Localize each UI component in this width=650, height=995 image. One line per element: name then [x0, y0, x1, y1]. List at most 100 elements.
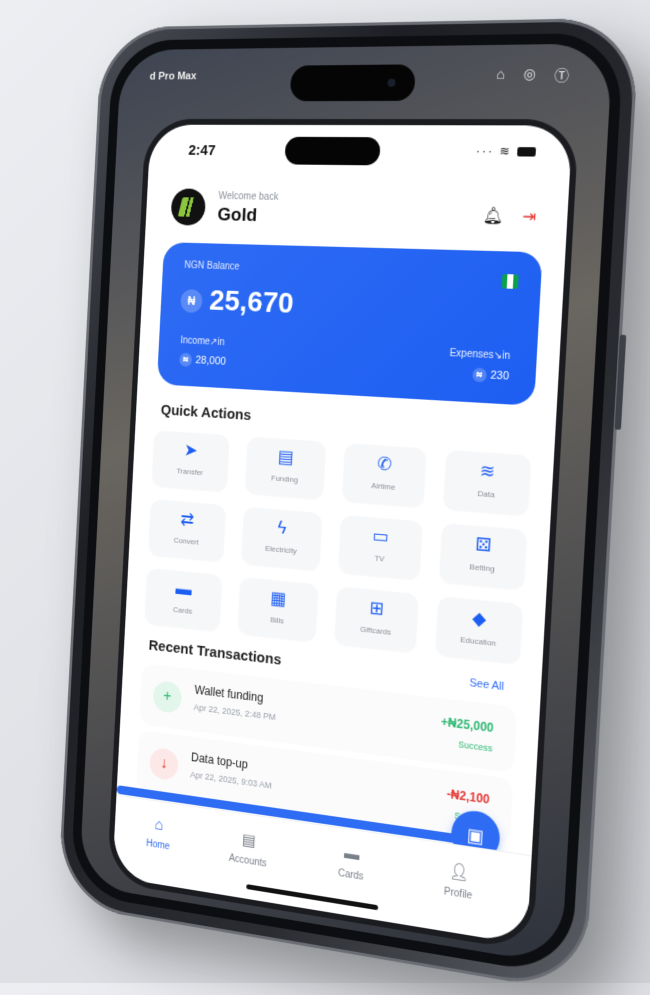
background-title: d Pro Max	[149, 70, 197, 83]
camera-icon[interactable]: ◎	[523, 65, 536, 86]
nav-home[interactable]: ⌂ Home	[123, 812, 195, 856]
card-icon: ▬	[343, 844, 360, 865]
photo-stage: d Pro Max ⌂ ◎ Ⓣ 2:47 ··· ≋ Welcome back …	[0, 0, 650, 995]
user-name: Gold	[216, 204, 258, 227]
arrow-down-icon: ↓	[148, 746, 179, 782]
accounts-icon: ▤	[241, 831, 257, 851]
quick-action-label: TV	[374, 553, 385, 564]
dynamic-island-inner	[284, 136, 381, 166]
app-screen: 2:47 ··· ≋ Welcome back Gold 🔔︎ ⇥ NGN Ba…	[112, 124, 573, 945]
quick-action-tv[interactable]: ▭ TV	[338, 514, 423, 580]
expenses-amount: 230	[489, 369, 510, 383]
send-icon: ➤	[183, 439, 199, 461]
transaction-name: Wallet funding	[194, 682, 264, 705]
nav-cards[interactable]: ▬ Cards	[312, 840, 390, 886]
wallet-icon: ▤	[277, 446, 295, 468]
card-icon: ▬	[175, 578, 193, 600]
dice-icon: ⚄	[474, 533, 492, 556]
balance-amount: ₦ 25,670	[180, 283, 295, 321]
status-time: 2:47	[188, 142, 216, 159]
app-header: Welcome back Gold 🔔︎ ⇥	[170, 185, 544, 240]
wifi-icon: ≋	[479, 460, 496, 482]
transaction-amount: -₦2,100	[446, 786, 491, 807]
quick-action-bills[interactable]: ▦ Bills	[237, 576, 319, 642]
see-all-link[interactable]: See All	[469, 677, 504, 693]
quick-action-label: Betting	[469, 562, 495, 574]
quick-action-betting[interactable]: ⚄ Betting	[439, 522, 528, 590]
welcome-text: Welcome back	[218, 191, 279, 203]
quick-action-airtime[interactable]: ✆ Airtime	[342, 443, 427, 508]
phone-frame: d Pro Max ⌂ ◎ Ⓣ 2:47 ··· ≋ Welcome back …	[57, 17, 640, 995]
bell-icon[interactable]: 🔔︎	[482, 206, 504, 227]
plus-icon: +	[152, 679, 183, 715]
quick-action-label: Data	[477, 488, 495, 500]
home-indicator[interactable]	[246, 884, 379, 911]
quick-action-electricity[interactable]: ϟ Electricity	[241, 506, 323, 571]
nav-label: Accounts	[228, 852, 267, 870]
transaction-status: Success	[457, 739, 493, 754]
profile-icon: 👤︎	[448, 862, 470, 883]
power-button	[614, 334, 627, 430]
expenses-label: Expenses↘in	[449, 347, 511, 363]
income-value: ₦ 28,000	[179, 352, 227, 369]
quick-action-label: Transfer	[176, 466, 204, 478]
quick-action-label: Convert	[173, 535, 199, 547]
nav-profile[interactable]: 👤︎ Profile	[418, 856, 500, 906]
quick-action-label: Giftcards	[359, 624, 392, 637]
swap-icon: ⇄	[180, 509, 195, 530]
signal-icon: ···	[475, 143, 495, 159]
quick-action-label: Electricity	[264, 543, 298, 556]
phone-device: d Pro Max ⌂ ◎ Ⓣ 2:47 ··· ≋ Welcome back …	[57, 17, 640, 995]
quick-action-giftcards[interactable]: ⊞ Giftcards	[334, 586, 419, 653]
lightning-icon: ϟ	[277, 517, 287, 538]
quick-actions-title: Quick Actions	[160, 401, 252, 424]
text-icon[interactable]: Ⓣ	[554, 65, 570, 86]
graduation-cap-icon: ◆	[471, 607, 487, 630]
quick-action-funding[interactable]: ▤ Funding	[244, 436, 327, 500]
naira-icon: ₦	[180, 289, 203, 314]
status-bar: 2:47 ··· ≋	[148, 125, 572, 178]
naira-icon: ₦	[471, 367, 487, 383]
quick-action-label: Airtime	[371, 480, 396, 492]
phone-bezel: d Pro Max ⌂ ◎ Ⓣ 2:47 ··· ≋ Welcome back …	[69, 32, 625, 978]
transaction-name: Data top-up	[190, 750, 249, 772]
transaction-date: Apr 22, 2025, 2:48 PM	[193, 702, 277, 723]
quick-action-label: Bills	[270, 615, 285, 626]
quick-action-label: Cards	[172, 605, 193, 616]
quick-action-data[interactable]: ≋ Data	[443, 449, 532, 516]
status-icons: ··· ≋	[476, 144, 537, 159]
phone-icon: ✆	[376, 453, 393, 475]
income-amount: 28,000	[195, 354, 227, 368]
quick-actions-grid: ➤ Transfer ▤ Funding ✆ Airtime ≋ Data ⇄ Conve…	[144, 430, 536, 664]
battery-icon	[517, 147, 537, 157]
logout-icon[interactable]: ⇥	[522, 206, 537, 227]
quick-action-cards[interactable]: ▬ Cards	[144, 567, 223, 632]
quick-action-education[interactable]: ◆ Education	[435, 596, 523, 664]
naira-icon: ₦	[179, 352, 193, 367]
app-logo	[170, 188, 207, 226]
tv-icon: ▭	[371, 525, 390, 547]
nav-label: Home	[145, 838, 170, 853]
balance-label: NGN Balance	[184, 260, 240, 273]
home-icon[interactable]: ⌂	[496, 65, 506, 86]
recent-transactions-title: Recent Transactions	[148, 637, 282, 669]
nav-label: Cards	[337, 867, 364, 883]
wifi-icon: ≋	[499, 143, 513, 159]
background-screen: d Pro Max ⌂ ◎ Ⓣ 2:47 ··· ≋ Welcome back …	[78, 43, 613, 966]
quick-action-label: Funding	[270, 473, 299, 485]
home-icon: ⌂	[154, 816, 164, 835]
balance-card[interactable]: NGN Balance ₦ 25,670 Income↗in ₦ 28,000 Ex…	[156, 242, 543, 406]
nigeria-flag-icon[interactable]	[501, 273, 519, 289]
nav-label: Profile	[443, 886, 473, 902]
quick-action-label: Education	[459, 635, 497, 648]
gift-icon: ⊞	[368, 597, 385, 619]
expenses-value: ₦ 230	[471, 367, 510, 383]
quick-action-transfer[interactable]: ➤ Transfer	[151, 430, 230, 492]
nav-accounts[interactable]: ▤ Accounts	[211, 825, 286, 872]
dynamic-island	[289, 64, 416, 102]
background-toolbar: ⌂ ◎ Ⓣ	[496, 65, 570, 86]
quick-action-convert[interactable]: ⇄ Convert	[148, 499, 226, 562]
income-label: Income↗in	[180, 335, 225, 349]
transaction-date: Apr 22, 2025, 9:03 AM	[189, 769, 272, 791]
transaction-amount: +₦25,000	[440, 714, 494, 736]
